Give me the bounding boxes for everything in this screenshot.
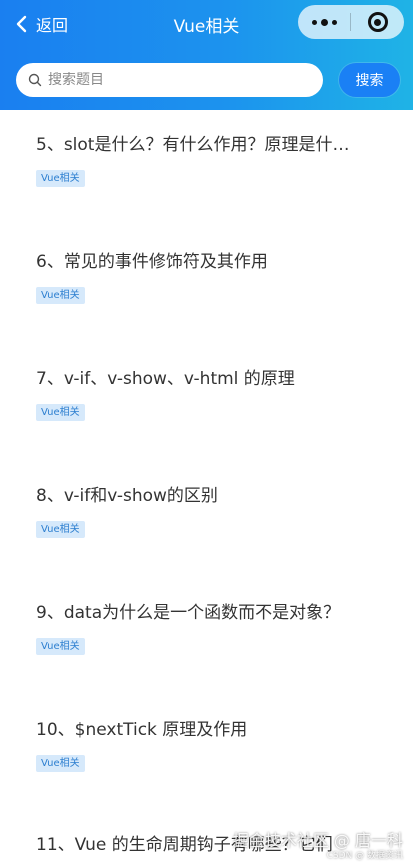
nav-bar: 返回 Vue相关: [0, 0, 413, 48]
search-box[interactable]: [16, 63, 323, 97]
header-bar: 返回 Vue相关 搜索: [0, 0, 413, 110]
search-button[interactable]: 搜索: [339, 63, 400, 97]
search-input[interactable]: [48, 72, 308, 88]
question-title: 7、v-if、v-show、v-html 的原理: [36, 369, 295, 389]
category-tag: Vue相关: [36, 755, 85, 772]
question-title: 10、$nextTick 原理及作用: [36, 720, 248, 740]
question-title: 5、slot是什么？有什么作用？原理是什么？: [36, 135, 366, 155]
list-item[interactable]: 5、slot是什么？有什么作用？原理是什么？ Vue相关: [36, 134, 386, 187]
close-mini-program-button[interactable]: [351, 5, 404, 39]
list-item[interactable]: 9、data为什么是一个函数而不是对象？ Vue相关: [36, 602, 386, 655]
dot-icon: [311, 19, 317, 25]
category-tag: Vue相关: [36, 638, 85, 655]
list-item[interactable]: 7、v-if、v-show、v-html 的原理 Vue相关: [36, 368, 386, 421]
back-button[interactable]: 返回: [14, 10, 68, 38]
dot-icon: [331, 19, 337, 25]
question-title: 6、常见的事件修饰符及其作用: [36, 252, 268, 272]
dot-icon: [320, 18, 328, 26]
category-tag: Vue相关: [36, 404, 85, 421]
chevron-left-icon: [16, 15, 27, 33]
question-title: 8、v-if和v-show的区别: [36, 486, 218, 506]
question-list: 5、slot是什么？有什么作用？原理是什么？ Vue相关 6、常见的事件修饰符及…: [0, 110, 413, 863]
category-tag: Vue相关: [36, 170, 85, 187]
category-tag: Vue相关: [36, 287, 85, 304]
search-icon: [28, 73, 42, 87]
more-menu-button[interactable]: [298, 5, 350, 39]
target-icon: [367, 12, 388, 32]
list-item[interactable]: 6、常见的事件修饰符及其作用 Vue相关: [36, 251, 386, 304]
back-label: 返回: [36, 16, 69, 35]
list-item[interactable]: 10、$nextTick 原理及作用 Vue相关: [36, 719, 386, 772]
category-tag: Vue相关: [36, 521, 85, 538]
list-item[interactable]: 8、v-if和v-show的区别 Vue相关: [36, 485, 386, 538]
watermark-sub: CSDN @ 数据资讯: [326, 851, 403, 861]
question-title: 9、data为什么是一个函数而不是对象？: [36, 603, 341, 623]
mini-program-capsule: [298, 5, 404, 39]
